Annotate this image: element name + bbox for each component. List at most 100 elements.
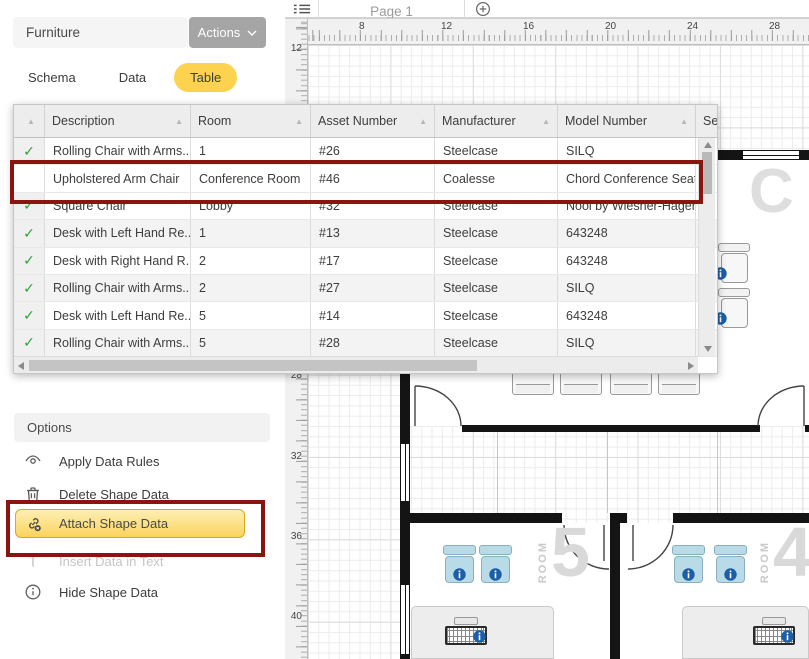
- table-row[interactable]: ✓ Rolling Chair with Arms... 5 #28 Steel…: [14, 330, 717, 357]
- table-row[interactable]: ✓ Rolling Chair with Arms... 1 #26 Steel…: [14, 138, 717, 165]
- cell-manufacturer: Steelcase: [435, 330, 558, 356]
- structure-line: [607, 432, 608, 513]
- ruler-number: 12: [441, 21, 452, 32]
- table-row[interactable]: ✓ Desk with Right Hand R... 2 #17 Steelc…: [14, 248, 717, 275]
- cell-model-number: 643248: [558, 220, 696, 246]
- tab-data[interactable]: Data: [109, 63, 156, 92]
- add-page-button[interactable]: [475, 1, 491, 17]
- menu-item-attach-shape-data[interactable]: Attach Shape Data: [15, 509, 245, 538]
- guest-chair-shape[interactable]: [714, 545, 747, 583]
- menu-item-apply-data-rules[interactable]: Apply Data Rules: [14, 447, 270, 475]
- cell-description: Rolling Chair with Arms...: [45, 138, 191, 164]
- window: [400, 584, 410, 655]
- dataset-name-field[interactable]: Furniture: [13, 17, 188, 48]
- ruler-number: 8: [359, 21, 365, 32]
- menu-item-label: Hide Shape Data: [59, 585, 158, 600]
- scroll-right-icon[interactable]: [688, 362, 694, 370]
- chair-back: [718, 243, 750, 252]
- cell-model-number: SILQ: [558, 330, 696, 356]
- office-chair-shape[interactable]: [718, 288, 750, 330]
- scroll-down-icon[interactable]: [704, 346, 712, 352]
- room5-number-label: 5: [551, 512, 590, 592]
- cell-manufacturer: Steelcase: [435, 220, 558, 246]
- info-badge[interactable]: [473, 630, 486, 643]
- menu-item-hide-shape-data[interactable]: Hide Shape Data: [14, 578, 270, 606]
- info-badge[interactable]: [724, 568, 737, 581]
- guest-chair-shape[interactable]: [672, 545, 705, 583]
- scroll-left-icon[interactable]: [18, 362, 24, 370]
- sort-icon: ▲: [27, 117, 35, 126]
- column-header-asset-number[interactable]: Asset Number▲: [311, 105, 435, 137]
- tab-label: Schema: [28, 70, 76, 85]
- printer-shape[interactable]: [753, 617, 795, 649]
- menu-item-delete-shape-data[interactable]: Delete Shape Data: [14, 480, 270, 508]
- info-circle-icon: [24, 583, 42, 601]
- room4-number-label: 4: [773, 512, 809, 592]
- table-row[interactable]: ✓ Desk with Left Hand Re... 5 #14 Steelc…: [14, 302, 717, 329]
- horizontal-scroll-thumb[interactable]: [29, 360, 477, 371]
- table-row-selected[interactable]: Upholstered Arm Chair Conference Room #4…: [14, 165, 717, 192]
- guest-chair-shape[interactable]: [443, 545, 476, 583]
- table-row[interactable]: ✓ Desk with Left Hand Re... 1 #13 Steelc…: [14, 220, 717, 247]
- room4-word-label: ROOM: [759, 541, 771, 583]
- column-header-manufacturer[interactable]: Manufacturer▲: [435, 105, 558, 137]
- options-header: Options: [14, 413, 270, 442]
- chair-back: [718, 288, 750, 297]
- door[interactable]: [413, 385, 463, 427]
- cell-manufacturer: Steelcase: [435, 193, 558, 219]
- ruler-number: 16: [523, 21, 534, 32]
- window: [400, 443, 410, 502]
- vertical-scrollbar[interactable]: [698, 138, 715, 356]
- cell-model-number: SILQ: [558, 138, 696, 164]
- ruler-number: 28: [769, 21, 780, 32]
- page-list-button[interactable]: [285, 0, 319, 18]
- check-icon: ✓: [23, 334, 35, 351]
- info-badge[interactable]: [781, 630, 794, 643]
- cell-room: 1: [191, 220, 311, 246]
- data-table-popup: ▲ Description▲ Room▲ Asset Number▲ Manuf…: [13, 104, 718, 374]
- cell-model-number: 643248: [558, 248, 696, 274]
- tab-schema[interactable]: Schema: [18, 63, 86, 92]
- ruler-number: 12: [285, 43, 302, 54]
- door[interactable]: [756, 385, 806, 427]
- cell-manufacturer: Coalesse: [435, 165, 558, 191]
- menu-item-label: Attach Shape Data: [59, 516, 168, 531]
- sort-icon: ▲: [175, 117, 183, 126]
- page-tab[interactable]: Page 1: [319, 0, 465, 18]
- sort-icon: ▲: [680, 117, 688, 126]
- ruler-number: 36: [285, 531, 302, 542]
- info-badge[interactable]: [489, 568, 502, 581]
- scroll-up-icon[interactable]: [704, 142, 712, 148]
- column-header-description[interactable]: Description▲: [45, 105, 191, 137]
- ruler-number: 24: [687, 21, 698, 32]
- cell-room: Conference Room: [191, 165, 311, 191]
- column-header-se[interactable]: Se: [696, 105, 717, 137]
- wall: [400, 513, 562, 523]
- guest-chair-shape[interactable]: [479, 545, 512, 583]
- office-chair-shape[interactable]: [718, 243, 750, 285]
- cell-asset-number: #14: [311, 302, 435, 328]
- horizontal-scrollbar[interactable]: [14, 356, 698, 373]
- tab-table[interactable]: Table: [174, 63, 237, 92]
- printer-hood: [762, 617, 786, 625]
- door[interactable]: [625, 523, 675, 571]
- actions-button[interactable]: Actions: [189, 17, 266, 48]
- table-row[interactable]: ✓ Square Chair Lobby #32 Steelcase Nooi …: [14, 193, 717, 220]
- column-header-room[interactable]: Room▲: [191, 105, 311, 137]
- cell-status-empty: [14, 165, 45, 191]
- cell-description: Desk with Left Hand Re...: [45, 302, 191, 328]
- check-icon: ✓: [23, 307, 35, 324]
- table-row[interactable]: ✓ Rolling Chair with Arms... 2 #27 Steel…: [14, 275, 717, 302]
- check-icon: ✓: [23, 225, 35, 242]
- printer-shape[interactable]: [445, 617, 487, 649]
- page-list-icon: [293, 3, 311, 15]
- cell-description: Desk with Right Hand R...: [45, 248, 191, 274]
- column-header-status[interactable]: ▲: [14, 105, 45, 137]
- info-badge[interactable]: [682, 568, 695, 581]
- vertical-scroll-thumb[interactable]: [702, 152, 712, 194]
- info-badge[interactable]: [453, 568, 466, 581]
- sort-icon: ▲: [419, 117, 427, 126]
- cell-manufacturer: Steelcase: [435, 248, 558, 274]
- cell-manufacturer: Steelcase: [435, 302, 558, 328]
- column-header-model-number[interactable]: Model Number▲: [558, 105, 696, 137]
